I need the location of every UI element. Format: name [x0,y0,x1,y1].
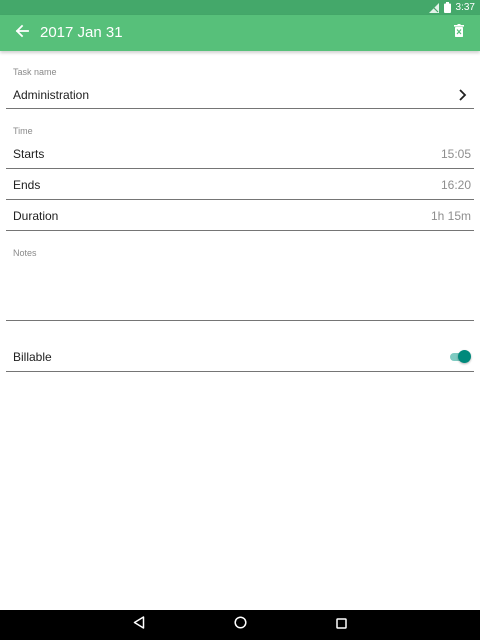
status-time: 3:37 [455,2,475,13]
ends-row[interactable]: Ends 16:20 [6,169,474,200]
status-bar: 3:37 [0,0,480,15]
task-name-value: Administration [13,88,90,102]
arrow-back-icon [15,24,29,43]
ends-label: Ends [13,178,41,192]
billable-label: Billable [13,350,52,364]
delete-button[interactable] [450,24,468,42]
app-bar: 2017 Jan 31 [0,15,480,51]
chevron-right-icon[interactable] [457,88,469,102]
battery-icon [443,2,451,13]
notes-input[interactable] [6,263,474,321]
task-name-section-label: Task name [13,67,57,77]
starts-value: 15:05 [440,147,471,161]
trash-icon [454,24,464,42]
billable-toggle[interactable] [449,349,471,365]
duration-row[interactable]: Duration 1h 15m [6,200,474,231]
nav-home-button[interactable] [232,616,248,634]
nav-back-button[interactable] [131,616,147,634]
notes-section-label: Notes [13,248,37,258]
task-name-row[interactable]: Administration [6,84,474,109]
time-section-label: Time [13,126,33,136]
billable-row[interactable]: Billable [6,340,474,372]
home-circle-icon [233,616,247,634]
system-nav-bar [0,610,480,640]
back-button[interactable] [12,23,32,43]
signal-off-icon [428,2,439,13]
back-triangle-icon [133,616,145,634]
recents-square-icon [335,616,347,634]
page-title: 2017 Jan 31 [40,24,123,41]
status-icons: 3:37 [428,1,475,14]
starts-row[interactable]: Starts 15:05 [6,141,474,169]
nav-recents-button[interactable] [333,617,349,633]
starts-label: Starts [13,147,45,161]
toggle-thumb [458,350,471,363]
ends-value: 16:20 [440,178,471,192]
duration-value: 1h 15m [430,209,471,223]
duration-label: Duration [13,209,59,223]
